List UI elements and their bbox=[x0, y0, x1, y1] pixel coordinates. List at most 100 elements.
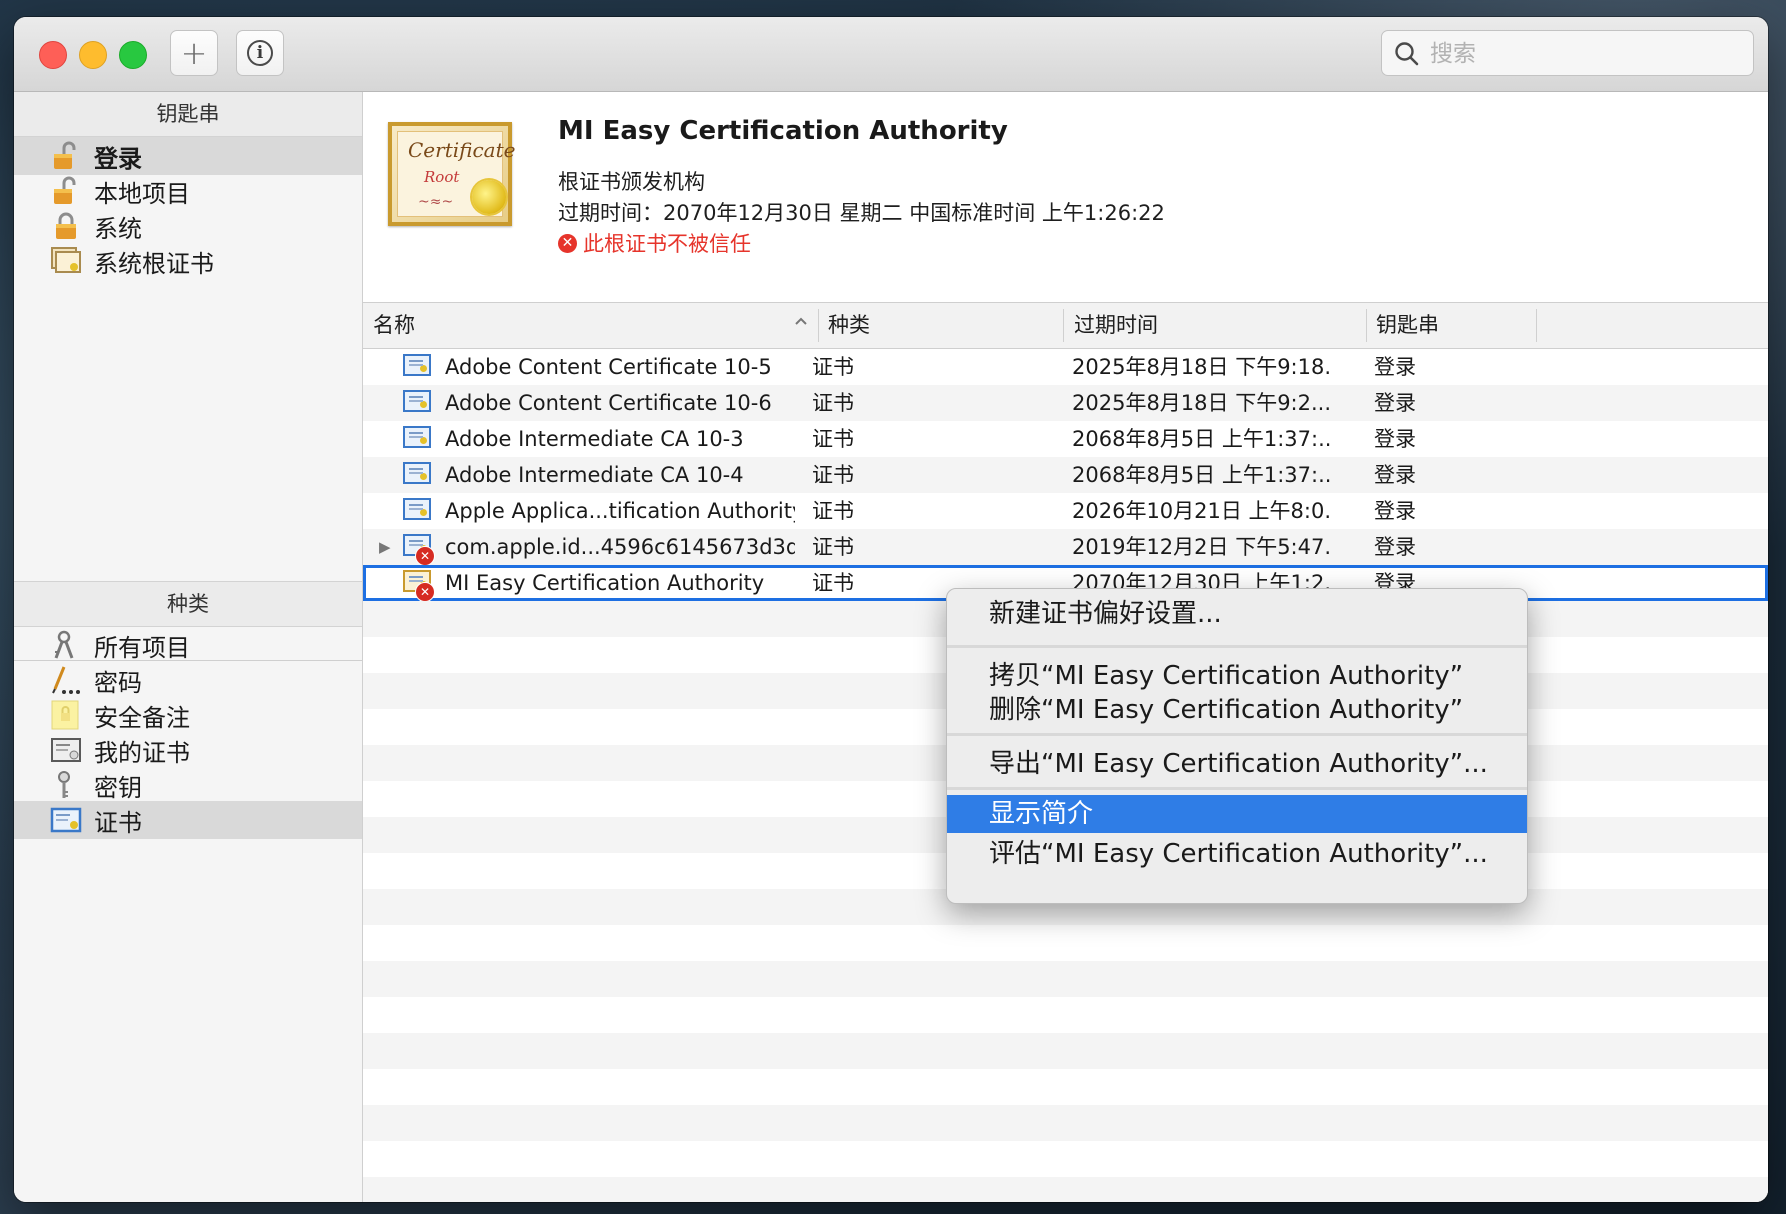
cell-name: Apple Applica...tification Authority bbox=[445, 499, 795, 523]
all-items-icon bbox=[54, 630, 74, 659]
empty-row bbox=[363, 1033, 1768, 1069]
certificate-script-text: Certificate bbox=[408, 138, 516, 162]
lock-open-icon bbox=[54, 176, 76, 204]
sidebar: 钥匙串 登录 本地项目 系统 系统根证书 种类 所有项目 密码 安全备注 我的证… bbox=[14, 92, 363, 1202]
menu-separator bbox=[947, 645, 1527, 648]
cell-kind: 证书 bbox=[812, 427, 854, 451]
cell-name: Adobe Content Certificate 10-5 bbox=[445, 355, 772, 379]
menu-item-export[interactable]: 导出“MI Easy Certification Authority”... bbox=[947, 745, 1527, 783]
cell-name: Adobe Content Certificate 10-6 bbox=[445, 391, 772, 415]
cell-keychain: 登录 bbox=[1374, 499, 1416, 523]
password-icon bbox=[52, 666, 80, 694]
column-header-expires[interactable]: 过期时间 bbox=[1074, 303, 1158, 348]
key-icon bbox=[58, 771, 70, 798]
sidebar-item-label: 本地项目 bbox=[94, 179, 190, 208]
sidebar-item-label: 我的证书 bbox=[94, 738, 190, 767]
certificate-icon bbox=[50, 807, 82, 833]
sidebar-item-system-roots[interactable]: 系统根证书 bbox=[14, 242, 362, 280]
column-header-kind[interactable]: 种类 bbox=[828, 303, 870, 348]
cell-kind: 证书 bbox=[812, 463, 854, 487]
table-row[interactable]: Apple Applica...tification Authority 证书 … bbox=[363, 493, 1768, 529]
search-field[interactable] bbox=[1381, 30, 1754, 77]
menu-item-evaluate[interactable]: 评估“MI Easy Certification Authority”... bbox=[947, 835, 1527, 873]
sidebar-item-passwords[interactable]: 密码 bbox=[14, 661, 362, 699]
certificate-flourish: ~≈~ bbox=[418, 194, 454, 210]
menu-item-new-certificate-preference[interactable]: 新建证书偏好设置... bbox=[947, 595, 1527, 633]
sidebar-item-certificates[interactable]: 证书 bbox=[14, 801, 362, 839]
sort-ascending-icon[interactable] bbox=[793, 313, 809, 329]
sidebar-item-label: 系统根证书 bbox=[94, 249, 214, 278]
table-row[interactable]: Adobe Intermediate CA 10-4 证书 2068年8月5日 … bbox=[363, 457, 1768, 493]
cell-name: Adobe Intermediate CA 10-4 bbox=[445, 463, 744, 487]
cell-expires: 2068年8月5日 上午1:37:... bbox=[1072, 463, 1332, 487]
sidebar-item-my-certificates[interactable]: 我的证书 bbox=[14, 731, 362, 769]
menu-item-get-info[interactable]: 显示简介 bbox=[947, 795, 1527, 833]
sidebar-item-secure-notes[interactable]: 安全备注 bbox=[14, 696, 362, 734]
cell-expires: 2025年8月18日 下午9:18... bbox=[1072, 355, 1332, 379]
context-menu: 新建证书偏好设置... 拷贝“MI Easy Certification Aut… bbox=[946, 588, 1528, 904]
column-separator[interactable] bbox=[1536, 309, 1537, 342]
column-header-keychain[interactable]: 钥匙串 bbox=[1376, 303, 1439, 348]
sidebar-item-all-items[interactable]: 所有项目 bbox=[14, 626, 362, 664]
table-header: 名称 种类 过期时间 钥匙串 bbox=[363, 302, 1768, 349]
cell-kind: 证书 bbox=[812, 355, 854, 379]
cell-keychain: 登录 bbox=[1374, 391, 1416, 415]
add-item-button[interactable]: + bbox=[170, 30, 218, 76]
root-certificate-icon: Certificate Root ~≈~ bbox=[388, 122, 516, 226]
cell-keychain: 登录 bbox=[1374, 427, 1416, 451]
search-icon bbox=[1395, 42, 1419, 66]
cell-kind: 证书 bbox=[812, 391, 854, 415]
error-icon: ✕ bbox=[558, 233, 577, 253]
column-separator[interactable] bbox=[1366, 309, 1367, 342]
sidebar-item-label: 登录 bbox=[94, 144, 142, 173]
column-header-name[interactable]: 名称 bbox=[373, 303, 415, 348]
certificate-icon bbox=[403, 498, 431, 524]
category-header: 种类 bbox=[14, 581, 362, 627]
sidebar-item-label: 所有项目 bbox=[94, 633, 190, 662]
close-window-button[interactable] bbox=[39, 41, 67, 69]
certificate-icon bbox=[403, 462, 431, 488]
my-certificate-icon bbox=[51, 738, 81, 762]
empty-row bbox=[363, 1105, 1768, 1141]
cell-name: Adobe Intermediate CA 10-3 bbox=[445, 427, 744, 451]
sidebar-item-login[interactable]: 登录 bbox=[14, 137, 362, 175]
menu-separator bbox=[947, 787, 1527, 790]
plus-icon: + bbox=[180, 34, 208, 72]
get-info-button[interactable]: i bbox=[236, 30, 284, 76]
table-row[interactable]: Adobe Intermediate CA 10-3 证书 2068年8月5日 … bbox=[363, 421, 1768, 457]
menu-item-delete[interactable]: 删除“MI Easy Certification Authority” bbox=[947, 691, 1527, 729]
toolbar: + i bbox=[14, 17, 1768, 92]
search-input[interactable] bbox=[1428, 31, 1742, 77]
disclosure-triangle-icon[interactable]: ▶ bbox=[379, 529, 391, 565]
cell-expires: 2019年12月2日 下午5:47... bbox=[1072, 535, 1332, 559]
sidebar-item-label: 密钥 bbox=[94, 773, 142, 802]
minimize-window-button[interactable] bbox=[79, 41, 107, 69]
table-row[interactable]: Adobe Content Certificate 10-5 证书 2025年8… bbox=[363, 349, 1768, 385]
zoom-window-button[interactable] bbox=[119, 41, 147, 69]
cell-name: MI Easy Certification Authority bbox=[445, 571, 765, 595]
gold-seal-icon bbox=[472, 180, 506, 214]
cell-name: com.apple.id...4596c6145673d3d bbox=[445, 535, 795, 559]
sidebar-item-system[interactable]: 系统 bbox=[14, 207, 362, 245]
keychains-header: 钥匙串 bbox=[14, 92, 362, 137]
sidebar-item-local-items[interactable]: 本地项目 bbox=[14, 172, 362, 210]
cell-keychain: 登录 bbox=[1374, 463, 1416, 487]
table-row[interactable]: ▶ ✕ com.apple.id...4596c6145673d3d 证书 20… bbox=[363, 529, 1768, 566]
sidebar-item-label: 安全备注 bbox=[94, 703, 190, 732]
table-row[interactable]: Adobe Content Certificate 10-6 证书 2025年8… bbox=[363, 385, 1768, 421]
cell-keychain: 登录 bbox=[1374, 355, 1416, 379]
cell-kind: 证书 bbox=[812, 535, 854, 559]
sidebar-item-label: 系统 bbox=[94, 214, 142, 243]
secure-note-icon bbox=[51, 700, 79, 730]
certificate-icon bbox=[403, 390, 431, 416]
certificate-icon bbox=[403, 354, 431, 380]
menu-item-copy[interactable]: 拷贝“MI Easy Certification Authority” bbox=[947, 657, 1527, 695]
column-separator[interactable] bbox=[1063, 309, 1064, 342]
certificate-title: MI Easy Certification Authority bbox=[558, 116, 1008, 146]
certificate-expiration: 过期时间：2070年12月30日 星期二 中国标准时间 上午1:26:22 bbox=[558, 201, 1165, 225]
column-separator[interactable] bbox=[818, 309, 819, 342]
sidebar-item-keys[interactable]: 密钥 bbox=[14, 766, 362, 804]
certificate-subtitle: 根证书颁发机构 bbox=[558, 170, 705, 194]
untrusted-root-certificate-icon: ✕ bbox=[403, 570, 435, 602]
empty-row bbox=[363, 1177, 1768, 1202]
